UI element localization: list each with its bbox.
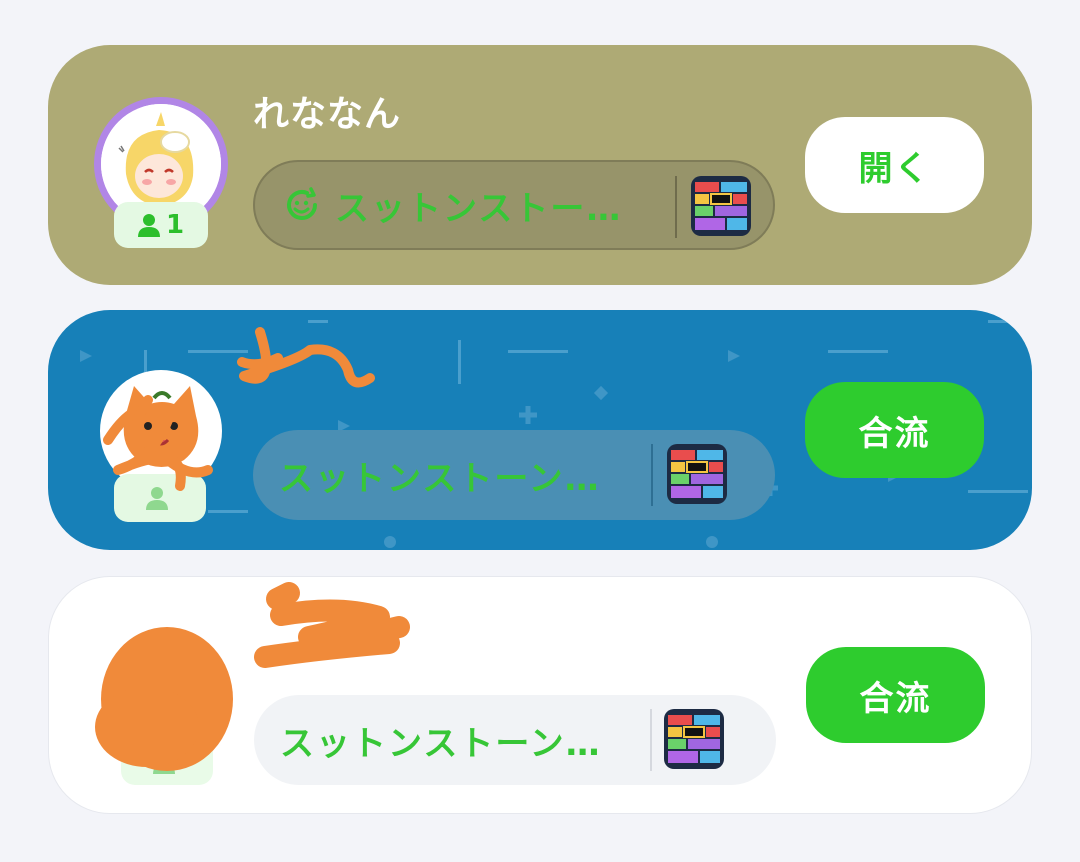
block-stack-game-icon: [664, 709, 724, 769]
divider: [650, 709, 652, 771]
member-count-badge: 1: [114, 202, 208, 248]
block-stack-game-icon: [691, 176, 751, 236]
join-button[interactable]: 合流: [806, 647, 985, 743]
smile-arrow-icon: [287, 187, 317, 220]
block-stack-game-icon: [667, 444, 727, 504]
game-title: スットンストーン…: [280, 723, 602, 764]
member-count: 1: [165, 210, 185, 240]
person-icon: [137, 214, 160, 237]
person-icon: [146, 487, 168, 510]
room-card[interactable]: スットンストーン… 合流: [48, 310, 1032, 550]
host-avatar-group[interactable]: [107, 635, 231, 785]
divider: [675, 176, 677, 238]
open-button[interactable]: 開く: [805, 117, 984, 213]
current-game-pill[interactable]: スットンストーン…: [253, 430, 775, 520]
join-button[interactable]: 合流: [805, 382, 984, 478]
game-title: スットンストーン…: [279, 458, 601, 499]
current-game-pill[interactable]: スットンストーン…: [254, 695, 776, 785]
person-icon: [153, 751, 175, 774]
room-card[interactable]: スットンストーン… 合流: [48, 576, 1032, 814]
host-avatar-group[interactable]: 1: [94, 97, 228, 248]
divider: [651, 444, 653, 506]
member-count-badge: [121, 739, 213, 785]
current-game-pill[interactable]: スットンストー…: [253, 160, 775, 250]
host-avatar-group[interactable]: [100, 370, 224, 522]
room-host-name: れななん: [253, 94, 402, 135]
game-title: スットンストー…: [335, 188, 623, 229]
member-count-badge: [114, 474, 206, 522]
room-card[interactable]: れななん 1 スットンストー… 開く: [48, 45, 1032, 285]
